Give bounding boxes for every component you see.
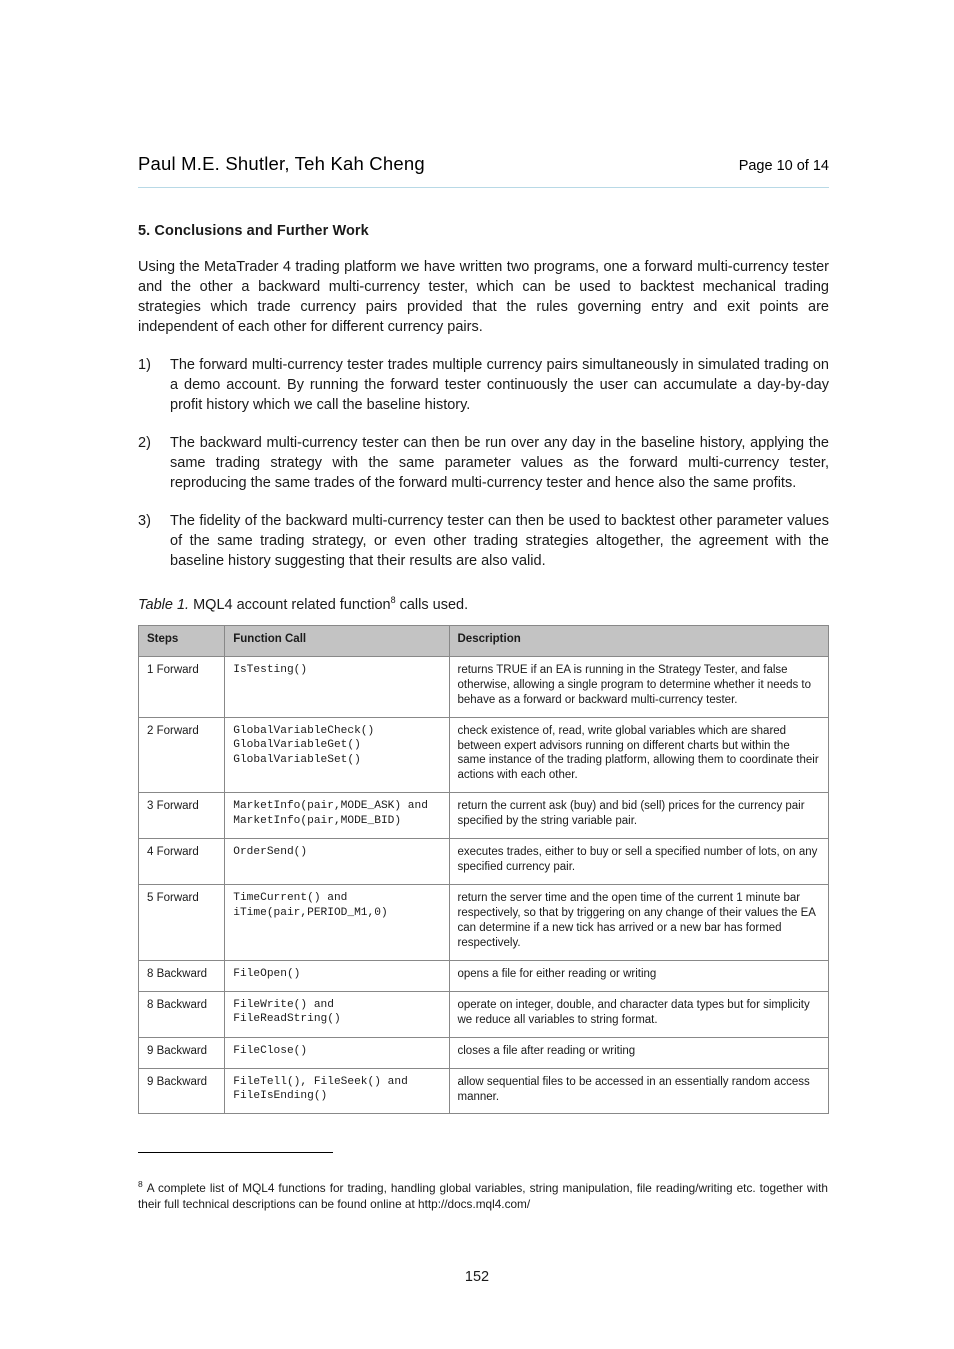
doc-header-title: Paul M.E. Shutler, Teh Kah Cheng	[138, 153, 425, 175]
cell-call: GlobalVariableCheck() GlobalVariableGet(…	[225, 717, 449, 793]
cell-description: allow sequential files to be accessed in…	[449, 1068, 829, 1114]
cell-call: IsTesting()	[225, 656, 449, 717]
intro-paragraph: Using the MetaTrader 4 trading platform …	[138, 257, 829, 337]
cell-call: FileTell(), FileSeek() and FileIsEnding(…	[225, 1068, 449, 1114]
cell-step: 3 Forward	[139, 793, 225, 839]
th-steps: Steps	[139, 625, 225, 656]
api-table: Steps Function Call Description 1 Forwar…	[138, 625, 829, 1115]
table-caption-text: MQL4 account related function	[189, 597, 391, 613]
page-number: 152	[0, 1269, 954, 1285]
cell-step: 2 Forward	[139, 717, 225, 793]
table-row: 3 ForwardMarketInfo(pair,MODE_ASK) and M…	[139, 793, 829, 839]
cell-call: MarketInfo(pair,MODE_ASK) and MarketInfo…	[225, 793, 449, 839]
step-2-text: The backward multi-currency tester can t…	[170, 435, 829, 491]
cell-description: return the server time and the open time…	[449, 885, 829, 961]
cell-call: TimeCurrent() and iTime(pair,PERIOD_M1,0…	[225, 885, 449, 961]
cell-description: return the current ask (buy) and bid (se…	[449, 793, 829, 839]
cell-description: returns TRUE if an EA is running in the …	[449, 656, 829, 717]
table-caption-label: Table 1.	[138, 597, 189, 613]
table-row: 4 ForwardOrderSend()executes trades, eit…	[139, 839, 829, 885]
th-description: Description	[449, 625, 829, 656]
table-row: 8 BackwardFileWrite() and FileReadString…	[139, 991, 829, 1037]
cell-call: FileOpen()	[225, 960, 449, 991]
section-heading: 5. Conclusions and Further Work	[138, 223, 829, 239]
cell-step: 1 Forward	[139, 656, 225, 717]
table-header-row: Steps Function Call Description	[139, 625, 829, 656]
table-row: 9 BackwardFileTell(), FileSeek() and Fil…	[139, 1068, 829, 1114]
table-row: 9 BackwardFileClose()closes a file after…	[139, 1037, 829, 1068]
cell-call: FileClose()	[225, 1037, 449, 1068]
cell-step: 9 Backward	[139, 1037, 225, 1068]
step-2-number: 2)	[138, 433, 170, 453]
cell-step: 8 Backward	[139, 991, 225, 1037]
doc-header-page: Page 10 of 14	[739, 158, 829, 174]
footnote-rule	[138, 1152, 333, 1153]
table-row: 1 ForwardIsTesting()returns TRUE if an E…	[139, 656, 829, 717]
table-caption: Table 1. MQL4 account related function8 …	[138, 595, 829, 613]
cell-description: opens a file for either reading or writi…	[449, 960, 829, 991]
cell-step: 8 Backward	[139, 960, 225, 991]
cell-step: 9 Backward	[139, 1068, 225, 1114]
table-caption-tail: calls used.	[396, 597, 469, 613]
step-3-number: 3)	[138, 511, 170, 531]
cell-description: executes trades, either to buy or sell a…	[449, 839, 829, 885]
table-row: 5 ForwardTimeCurrent() and iTime(pair,PE…	[139, 885, 829, 961]
th-call: Function Call	[225, 625, 449, 656]
table-row: 2 ForwardGlobalVariableCheck() GlobalVar…	[139, 717, 829, 793]
step-3: 3)The fidelity of the backward multi-cur…	[170, 511, 829, 571]
header-rule	[138, 187, 829, 188]
footnote: 8A complete list of MQL4 functions for t…	[138, 1179, 828, 1213]
footnote-text: A complete list of MQL4 functions for tr…	[138, 1181, 828, 1211]
cell-call: FileWrite() and FileReadString()	[225, 991, 449, 1037]
cell-description: operate on integer, double, and characte…	[449, 991, 829, 1037]
table-row: 8 BackwardFileOpen()opens a file for eit…	[139, 960, 829, 991]
step-1-number: 1)	[138, 355, 170, 375]
cell-call: OrderSend()	[225, 839, 449, 885]
cell-description: closes a file after reading or writing	[449, 1037, 829, 1068]
cell-description: check existence of, read, write global v…	[449, 717, 829, 793]
step-2: 2)The backward multi-currency tester can…	[170, 433, 829, 493]
step-1-text: The forward multi-currency tester trades…	[170, 357, 829, 413]
step-1: 1)The forward multi-currency tester trad…	[170, 355, 829, 415]
cell-step: 5 Forward	[139, 885, 225, 961]
step-3-text: The fidelity of the backward multi-curre…	[170, 513, 829, 569]
footnote-number: 8	[138, 1179, 143, 1189]
cell-step: 4 Forward	[139, 839, 225, 885]
